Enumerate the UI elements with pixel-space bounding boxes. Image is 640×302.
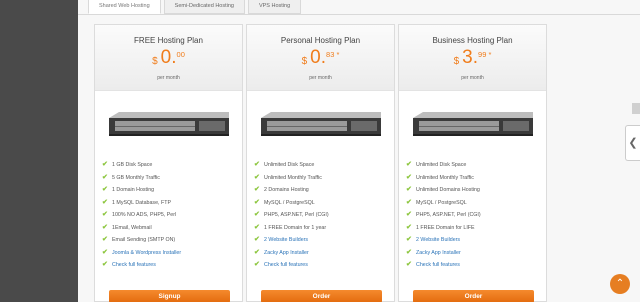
tab-divider xyxy=(78,14,640,15)
check-icon: ✔ xyxy=(254,161,260,169)
full-features-link[interactable]: ✔ Check full features xyxy=(102,259,181,272)
check-icon: ✔ xyxy=(254,198,260,206)
chevron-up-icon: ⌃ xyxy=(615,278,625,289)
feature-list: ✔ Unlimited Disk Space ✔ Unlimited Monthly… xyxy=(406,159,481,272)
check-icon: ✔ xyxy=(254,186,260,194)
check-icon: ✔ xyxy=(254,261,260,269)
check-icon: ✔ xyxy=(102,173,108,181)
list-item: ✔ 1 FREE Domain for LIFE xyxy=(406,222,481,235)
list-item: ✔ 1 MySQL Database, FTP xyxy=(102,197,181,210)
list-item: ✔ 1Email, Webmail xyxy=(102,222,181,235)
list-item: ✔ 2 Domains Hosting xyxy=(254,184,329,197)
full-features-link[interactable]: ✔ Check full features xyxy=(254,259,329,272)
check-icon: ✔ xyxy=(254,236,260,244)
price-integer: 0. xyxy=(310,47,327,68)
plan-price: $ 3. 99 * xyxy=(399,47,546,71)
list-item: ✔ MySQL / PostgreSQL xyxy=(406,197,481,210)
plan-title: FREE Hosting Plan xyxy=(134,36,203,45)
check-icon: ✔ xyxy=(102,236,108,244)
side-panel-toggle[interactable]: ❮ xyxy=(625,125,640,161)
plan-card-business: Business Hosting Plan $ 3. 99 * per mont… xyxy=(398,24,547,302)
tab-shared-web-hosting[interactable]: Shared Web Hosting xyxy=(88,0,161,14)
check-icon: ✔ xyxy=(102,211,108,219)
feature-list: ✔ 1 GB Disk Space ✔ 5 GB Monthly Traffic ✔… xyxy=(102,159,181,272)
plan-card-personal: Personal Hosting Plan $ 0. 83 * per mont… xyxy=(246,24,395,302)
chevron-left-icon: ❮ xyxy=(628,137,638,149)
pricing-page: Shared Web Hosting Semi-Dedicated Hostin… xyxy=(78,0,640,302)
list-item: ✔ 5 GB Monthly Traffic xyxy=(102,172,181,185)
installer-link[interactable]: ✔ Zacky App Installer xyxy=(406,247,481,260)
installer-link[interactable]: ✔ Zacky App Installer xyxy=(254,247,329,260)
list-item: ✔ 1 FREE Domain for 1 year xyxy=(254,222,329,235)
check-icon: ✔ xyxy=(254,211,260,219)
server-image xyxy=(261,112,381,136)
plan-card-free: FREE Hosting Plan $ 0. 00 per month ✔ 1 G… xyxy=(94,24,243,302)
list-item: ✔ MySQL / PostgreSQL xyxy=(254,197,329,210)
check-icon: ✔ xyxy=(406,223,412,231)
plan-price: $ 0. 83 * xyxy=(247,47,394,71)
website-builders-link[interactable]: ✔ 2 Website Builders xyxy=(406,234,481,247)
check-icon: ✔ xyxy=(406,161,412,169)
tab-semi-dedicated-hosting[interactable]: Semi-Dedicated Hosting xyxy=(163,0,245,14)
list-item: ✔ 100% NO ADS, PHP5, Perl xyxy=(102,209,181,222)
check-icon: ✔ xyxy=(102,261,108,269)
tab-vps-hosting[interactable]: VPS Hosting xyxy=(247,0,302,14)
list-item: ✔ Unlimited Monthly Traffic xyxy=(254,172,329,185)
server-image xyxy=(413,112,533,136)
installer-link[interactable]: ✔ Joomla & Wordpress Installer xyxy=(102,247,181,260)
list-item: ✔ Unlimited Monthly Traffic xyxy=(406,172,481,185)
check-icon: ✔ xyxy=(254,173,260,181)
plan-title: Personal Hosting Plan xyxy=(280,36,361,45)
check-icon: ✔ xyxy=(406,248,412,256)
list-item: ✔ PHP5, ASP.NET, Perl (CGI) xyxy=(254,209,329,222)
list-item: ✔ 1 GB Disk Space xyxy=(102,159,181,172)
check-icon: ✔ xyxy=(254,223,260,231)
order-button[interactable]: Order xyxy=(261,290,382,302)
price-currency: $ xyxy=(301,56,308,67)
back-to-top-button[interactable]: ⌃ xyxy=(610,274,630,294)
price-period: per month xyxy=(157,75,180,81)
check-icon: ✔ xyxy=(406,198,412,206)
price-integer: 0. xyxy=(160,47,177,68)
check-icon: ✔ xyxy=(406,173,412,181)
price-currency: $ xyxy=(453,56,460,67)
price-cents: 00 xyxy=(176,50,185,59)
price-currency: $ xyxy=(152,56,158,67)
full-features-link[interactable]: ✔ Check full features xyxy=(406,259,481,272)
list-item: ✔ Unlimited Disk Space xyxy=(406,159,481,172)
price-cents: 83 * xyxy=(326,50,340,59)
server-image xyxy=(109,112,229,136)
check-icon: ✔ xyxy=(406,261,412,269)
list-item: ✔ Unlimited Disk Space xyxy=(254,159,329,172)
check-icon: ✔ xyxy=(254,248,260,256)
plan-header: Personal Hosting Plan $ 0. 83 * per mont… xyxy=(247,25,394,91)
hosting-tabs: Shared Web Hosting Semi-Dedicated Hostin… xyxy=(88,0,304,14)
price-cents: 99 * xyxy=(478,50,492,59)
plan-header: Business Hosting Plan $ 3. 99 * per mont… xyxy=(399,25,546,91)
order-button[interactable]: Order xyxy=(413,290,534,302)
list-item: ✔ Email Sending (SMTP ON) xyxy=(102,234,181,247)
website-builders-link[interactable]: ✔ 2 Website Builders xyxy=(254,234,329,247)
check-icon: ✔ xyxy=(406,186,412,194)
list-item: ✔ 1 Domain Hosting xyxy=(102,184,181,197)
plan-price: $ 0. 00 xyxy=(95,47,242,71)
list-item: ✔ Unlimited Domains Hosting xyxy=(406,184,481,197)
price-period: per month xyxy=(461,75,484,81)
plan-header: FREE Hosting Plan $ 0. 00 per month xyxy=(95,25,242,91)
check-icon: ✔ xyxy=(102,186,108,194)
check-icon: ✔ xyxy=(102,248,108,256)
feature-list: ✔ Unlimited Disk Space ✔ Unlimited Monthly… xyxy=(254,159,329,272)
price-integer: 3. xyxy=(462,47,479,68)
list-item: ✔ PHP5, ASP.NET, Perl (CGI) xyxy=(406,209,481,222)
signup-button[interactable]: Signup xyxy=(109,290,230,302)
check-icon: ✔ xyxy=(406,236,412,244)
scrollbar-thumb[interactable] xyxy=(632,103,640,114)
price-period: per month xyxy=(309,75,332,81)
check-icon: ✔ xyxy=(406,211,412,219)
plan-title: Business Hosting Plan xyxy=(432,36,513,45)
check-icon: ✔ xyxy=(102,223,108,231)
check-icon: ✔ xyxy=(102,161,108,169)
check-icon: ✔ xyxy=(102,198,108,206)
